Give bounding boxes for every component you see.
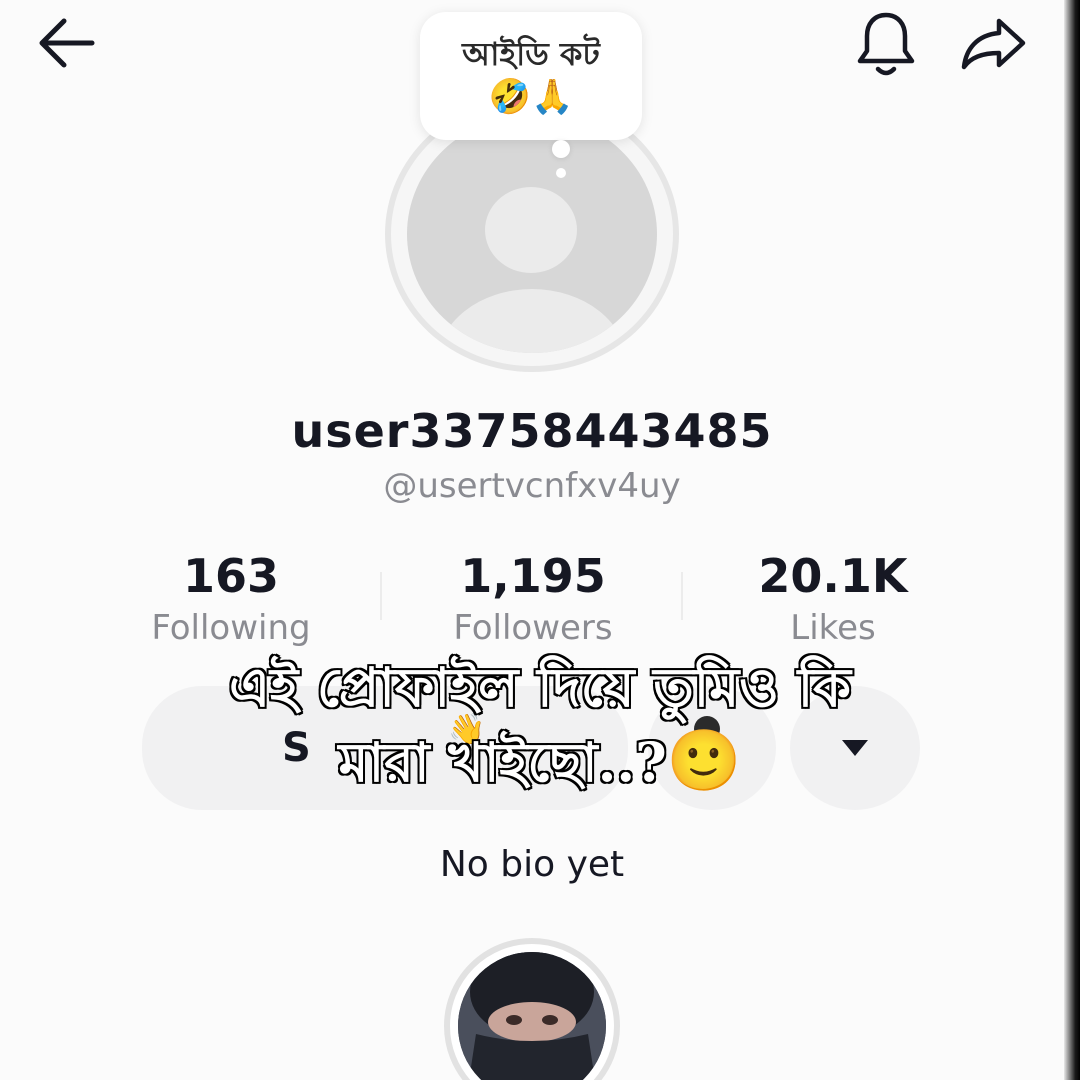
- notification-bell-button[interactable]: [848, 6, 924, 82]
- display-name: user33758443485: [291, 404, 773, 458]
- likes-label: Likes: [790, 608, 876, 648]
- stat-divider: [380, 572, 382, 620]
- profile-screen: আইডি কট 🤣🙏 user33758443485 @usertvcnfxv4…: [0, 0, 1080, 1080]
- share-arrow-icon: [961, 18, 1026, 70]
- following-stat[interactable]: 163 Following: [111, 548, 351, 650]
- note-bubble[interactable]: আইডি কট 🤣🙏: [420, 12, 642, 140]
- stat-divider: [681, 572, 683, 620]
- username-handle: @usertvcnfxv4uy: [383, 466, 681, 506]
- caption-line-2-text: মারা খাইছো..?: [337, 729, 668, 796]
- likes-stat[interactable]: 20.1K Likes: [713, 548, 953, 650]
- caption-line-1: এই প্রোফাইল দিয়ে তুমিও কি: [228, 654, 853, 721]
- note-emoji: 🤣🙏: [488, 77, 574, 117]
- thumbnail-photo: [458, 952, 606, 1080]
- following-count: 163: [182, 549, 280, 603]
- default-avatar-icon: [407, 115, 657, 353]
- following-label: Following: [151, 608, 311, 648]
- caption-line-2: মারা খাইছো..?🙂: [100, 724, 980, 799]
- followers-label: Followers: [453, 608, 613, 648]
- bio-text: No bio yet: [439, 844, 625, 885]
- note-text: আইডি কট: [462, 35, 600, 73]
- arrow-left-icon: [39, 18, 95, 68]
- share-button[interactable]: [954, 10, 1034, 76]
- bubble-tail-dot-small: [556, 168, 566, 178]
- overlay-caption: এই প্রোফাইল দিয়ে তুমিও কি মারা খাইছো..?…: [100, 650, 980, 799]
- followers-count: 1,195: [460, 549, 606, 603]
- video-thumbnail[interactable]: [444, 938, 620, 1080]
- smile-emoji-icon: 🙂: [666, 726, 742, 796]
- back-button[interactable]: [28, 10, 104, 76]
- bubble-tail-dot: [552, 140, 570, 158]
- screen-edge: [1064, 0, 1080, 1080]
- followers-stat[interactable]: 1,195 Followers: [413, 548, 653, 650]
- likes-count: 20.1K: [758, 549, 908, 603]
- bell-icon: [857, 12, 915, 76]
